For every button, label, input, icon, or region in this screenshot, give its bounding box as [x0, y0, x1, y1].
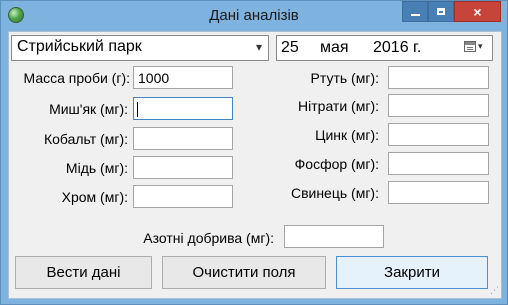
chromium-input[interactable] — [133, 185, 233, 208]
sample-mass-input[interactable]: 1000 — [133, 66, 233, 89]
close-icon: × — [473, 3, 482, 20]
nitrates-input[interactable] — [388, 94, 489, 117]
resize-grip-icon[interactable]: ⋰ — [490, 285, 499, 296]
nitrates-label: Нітрати (мг): — [298, 98, 379, 114]
close-button[interactable]: Закрити — [336, 256, 488, 289]
chevron-down-icon[interactable]: ▾ — [256, 40, 262, 54]
form-area: Стрийський парк ▾ 25 мая 2016 г. ▾ Масса… — [8, 31, 502, 299]
enter-data-button[interactable]: Вести дані — [15, 256, 152, 289]
mercury-input[interactable] — [388, 66, 489, 89]
close-window-button[interactable]: × — [454, 1, 501, 22]
phosphorus-input[interactable] — [388, 152, 489, 175]
chromium-label: Хром (мг): — [61, 189, 128, 205]
maximize-icon — [437, 8, 445, 15]
cobalt-label: Кобальт (мг): — [43, 131, 128, 147]
chevron-down-icon: ▾ — [478, 41, 483, 51]
copper-label: Мідь (мг): — [65, 160, 128, 176]
arsenic-label: Миш'як (мг): — [49, 101, 128, 117]
mercury-label: Ртуть (мг): — [310, 70, 379, 86]
nitrogen-fertilizer-input[interactable] — [284, 225, 384, 248]
nitrogen-fertilizer-label: Азотні добрива (мг): — [143, 230, 274, 246]
sample-mass-label: Масса проби (г): — [23, 70, 130, 86]
calendar-dropdown-button[interactable]: ▾ — [464, 40, 490, 56]
phosphorus-label: Фосфор (мг): — [294, 156, 379, 172]
location-select[interactable]: Стрийський парк ▾ — [11, 35, 269, 61]
date-year[interactable]: 2016 г. — [373, 39, 421, 57]
calendar-icon — [464, 41, 476, 52]
location-select-value: Стрийський парк — [17, 38, 142, 55]
minimize-button[interactable] — [402, 1, 428, 22]
minimize-icon — [410, 13, 420, 16]
app-window: Дані аналізів × Стрийський парк ▾ 25 мая… — [0, 0, 508, 305]
clear-fields-button[interactable]: Очистити поля — [162, 256, 326, 289]
text-caret — [137, 102, 138, 117]
arsenic-input[interactable] — [133, 97, 233, 120]
date-picker[interactable]: 25 мая 2016 г. ▾ — [276, 35, 493, 61]
date-day[interactable]: 25 — [281, 39, 299, 57]
copper-input[interactable] — [133, 156, 233, 179]
title-bar[interactable]: Дані аналізів × — [1, 1, 507, 31]
zinc-label: Цинк (мг): — [315, 127, 379, 143]
date-month[interactable]: мая — [320, 39, 349, 57]
cobalt-input[interactable] — [133, 127, 233, 150]
zinc-input[interactable] — [388, 123, 489, 146]
lead-label: Свинець (мг): — [290, 185, 379, 201]
lead-input[interactable] — [388, 181, 489, 204]
maximize-button[interactable] — [428, 1, 454, 22]
